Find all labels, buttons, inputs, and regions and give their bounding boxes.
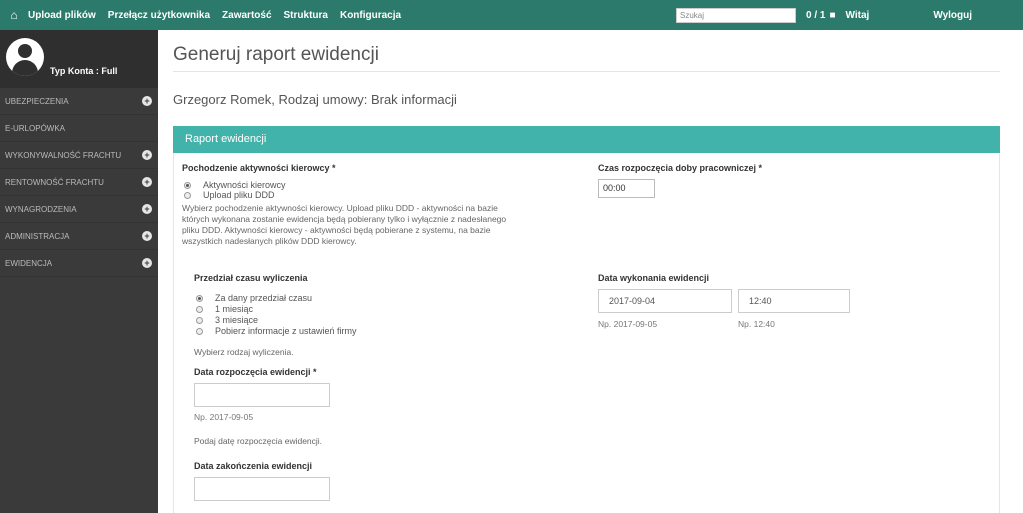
- nav-switch-user[interactable]: Przełącz użytkownika: [108, 10, 210, 21]
- sidebar-item-ubezpieczenia[interactable]: UBEZPIECZENIA +: [0, 88, 158, 115]
- page-title: Generuj raport ewidencji: [173, 44, 379, 65]
- sidebar-item-label: E-URLOPÓWKA: [5, 123, 66, 133]
- plus-circle-icon[interactable]: +: [142, 258, 152, 268]
- radio-icon[interactable]: [184, 191, 191, 199]
- radio-selected-icon[interactable]: [184, 181, 191, 189]
- sidebar-item-rentownosc-frachtu[interactable]: RENTOWNOŚĆ FRACHTU +: [0, 169, 158, 196]
- nav-structure[interactable]: Struktura: [284, 10, 328, 21]
- sidebar-item-wynagrodzenia[interactable]: WYNAGRODZENIA +: [0, 196, 158, 223]
- report-form: Pochodzenie aktywności kierowcy * Aktywn…: [173, 153, 1000, 513]
- execution-date-input[interactable]: 2017-09-04: [598, 289, 732, 313]
- radio-origin-driver[interactable]: Aktywności kierowcy: [184, 180, 286, 190]
- user-box: Typ Konta : Full: [0, 30, 158, 88]
- plus-circle-icon[interactable]: +: [142, 177, 152, 187]
- greeting-text: Witaj: [845, 9, 870, 21]
- notification-counter[interactable]: 0 / 1: [806, 10, 825, 21]
- sidebar-item-wykonywalnosc-frachtu[interactable]: WYKONYWALNOŚĆ FRACHTU +: [0, 142, 158, 169]
- end-date-label: Data zakończenia ewidencji: [194, 461, 313, 471]
- sidebar-item-e-urlopowka[interactable]: E-URLOPÓWKA: [0, 115, 158, 142]
- main-content: Generuj raport ewidencji Grzegorz Romek,…: [158, 30, 1023, 513]
- execution-time-hint: Np. 12:40: [738, 319, 775, 329]
- sidebar-item-label: RENTOWNOŚĆ FRACHTU: [5, 177, 104, 187]
- origin-help: Wybierz pochodzenie aktywności kierowcy.…: [182, 203, 507, 246]
- sidebar-item-administracja[interactable]: ADMINISTRACJA +: [0, 223, 158, 250]
- radio-icon[interactable]: [196, 316, 203, 324]
- origin-label: Pochodzenie aktywności kierowcy *: [182, 163, 336, 173]
- radio-selected-icon[interactable]: [196, 294, 203, 302]
- radio-range-company[interactable]: Pobierz informacje z ustawień firmy: [196, 326, 357, 336]
- plus-circle-icon[interactable]: +: [142, 231, 152, 241]
- range-help: Wybierz rodzaj wyliczenia.: [194, 347, 294, 357]
- avatar: [6, 38, 44, 76]
- radio-range-custom[interactable]: Za dany przedział czasu: [196, 293, 312, 303]
- radio-icon[interactable]: [196, 305, 203, 313]
- plus-circle-icon[interactable]: +: [142, 150, 152, 160]
- radio-range-3months[interactable]: 3 miesiące: [196, 315, 258, 325]
- panel-header: Raport ewidencji: [173, 126, 1000, 153]
- sidebar-item-label: ADMINISTRACJA: [5, 231, 70, 241]
- logout-link[interactable]: Wyloguj: [933, 10, 972, 21]
- users-icon[interactable]: ■: [829, 10, 835, 21]
- sidebar-item-label: WYNAGRODZENIA: [5, 204, 77, 214]
- start-date-hint: Np. 2017-09-05: [194, 412, 254, 422]
- nav-content[interactable]: Zawartość: [222, 10, 271, 21]
- nav-configuration[interactable]: Konfiguracja: [340, 10, 401, 21]
- execution-time-input[interactable]: 12:40: [738, 289, 850, 313]
- sidebar-item-label: UBEZPIECZENIA: [5, 96, 69, 106]
- workday-start-label: Czas rozpoczęcia doby pracowniczej *: [598, 163, 763, 173]
- sidebar-item-label: EWIDENCJA: [5, 258, 53, 268]
- radio-origin-ddd[interactable]: Upload pliku DDD: [184, 190, 275, 200]
- nav-upload-files[interactable]: Upload plików: [28, 10, 96, 21]
- execution-date-label: Data wykonania ewidencji: [598, 273, 710, 283]
- range-label: Przedział czasu wyliczenia: [194, 273, 308, 283]
- user-area: 0 / 1 ■ Witaj Wyloguj: [806, 0, 972, 30]
- start-date-input[interactable]: [194, 383, 330, 407]
- account-type-label: Typ Konta : Full: [50, 66, 118, 76]
- radio-icon[interactable]: [196, 327, 203, 335]
- workday-start-input[interactable]: 00:00: [598, 179, 655, 198]
- sidebar: Typ Konta : Full UBEZPIECZENIA + E-URLOPÓ…: [0, 30, 158, 513]
- sidebar-item-label: WYKONYWALNOŚĆ FRACHTU: [5, 150, 122, 160]
- execution-date-hint: Np. 2017-09-05: [598, 319, 658, 329]
- divider: [173, 71, 1000, 72]
- end-date-input[interactable]: [194, 477, 330, 501]
- plus-circle-icon[interactable]: +: [142, 96, 152, 106]
- sidebar-item-ewidencja[interactable]: EWIDENCJA +: [0, 250, 158, 277]
- home-icon[interactable]: ⌂: [0, 8, 28, 22]
- radio-range-1month[interactable]: 1 miesiąc: [196, 304, 253, 314]
- plus-circle-icon[interactable]: +: [142, 204, 152, 214]
- start-date-help: Podaj datę rozpoczęcia ewidencji.: [194, 436, 323, 446]
- start-date-label: Data rozpoczęcia ewidencji *: [194, 367, 317, 377]
- search-input[interactable]: Szukaj: [676, 8, 796, 23]
- page-subtitle: Grzegorz Romek, Rodzaj umowy: Brak infor…: [173, 92, 457, 107]
